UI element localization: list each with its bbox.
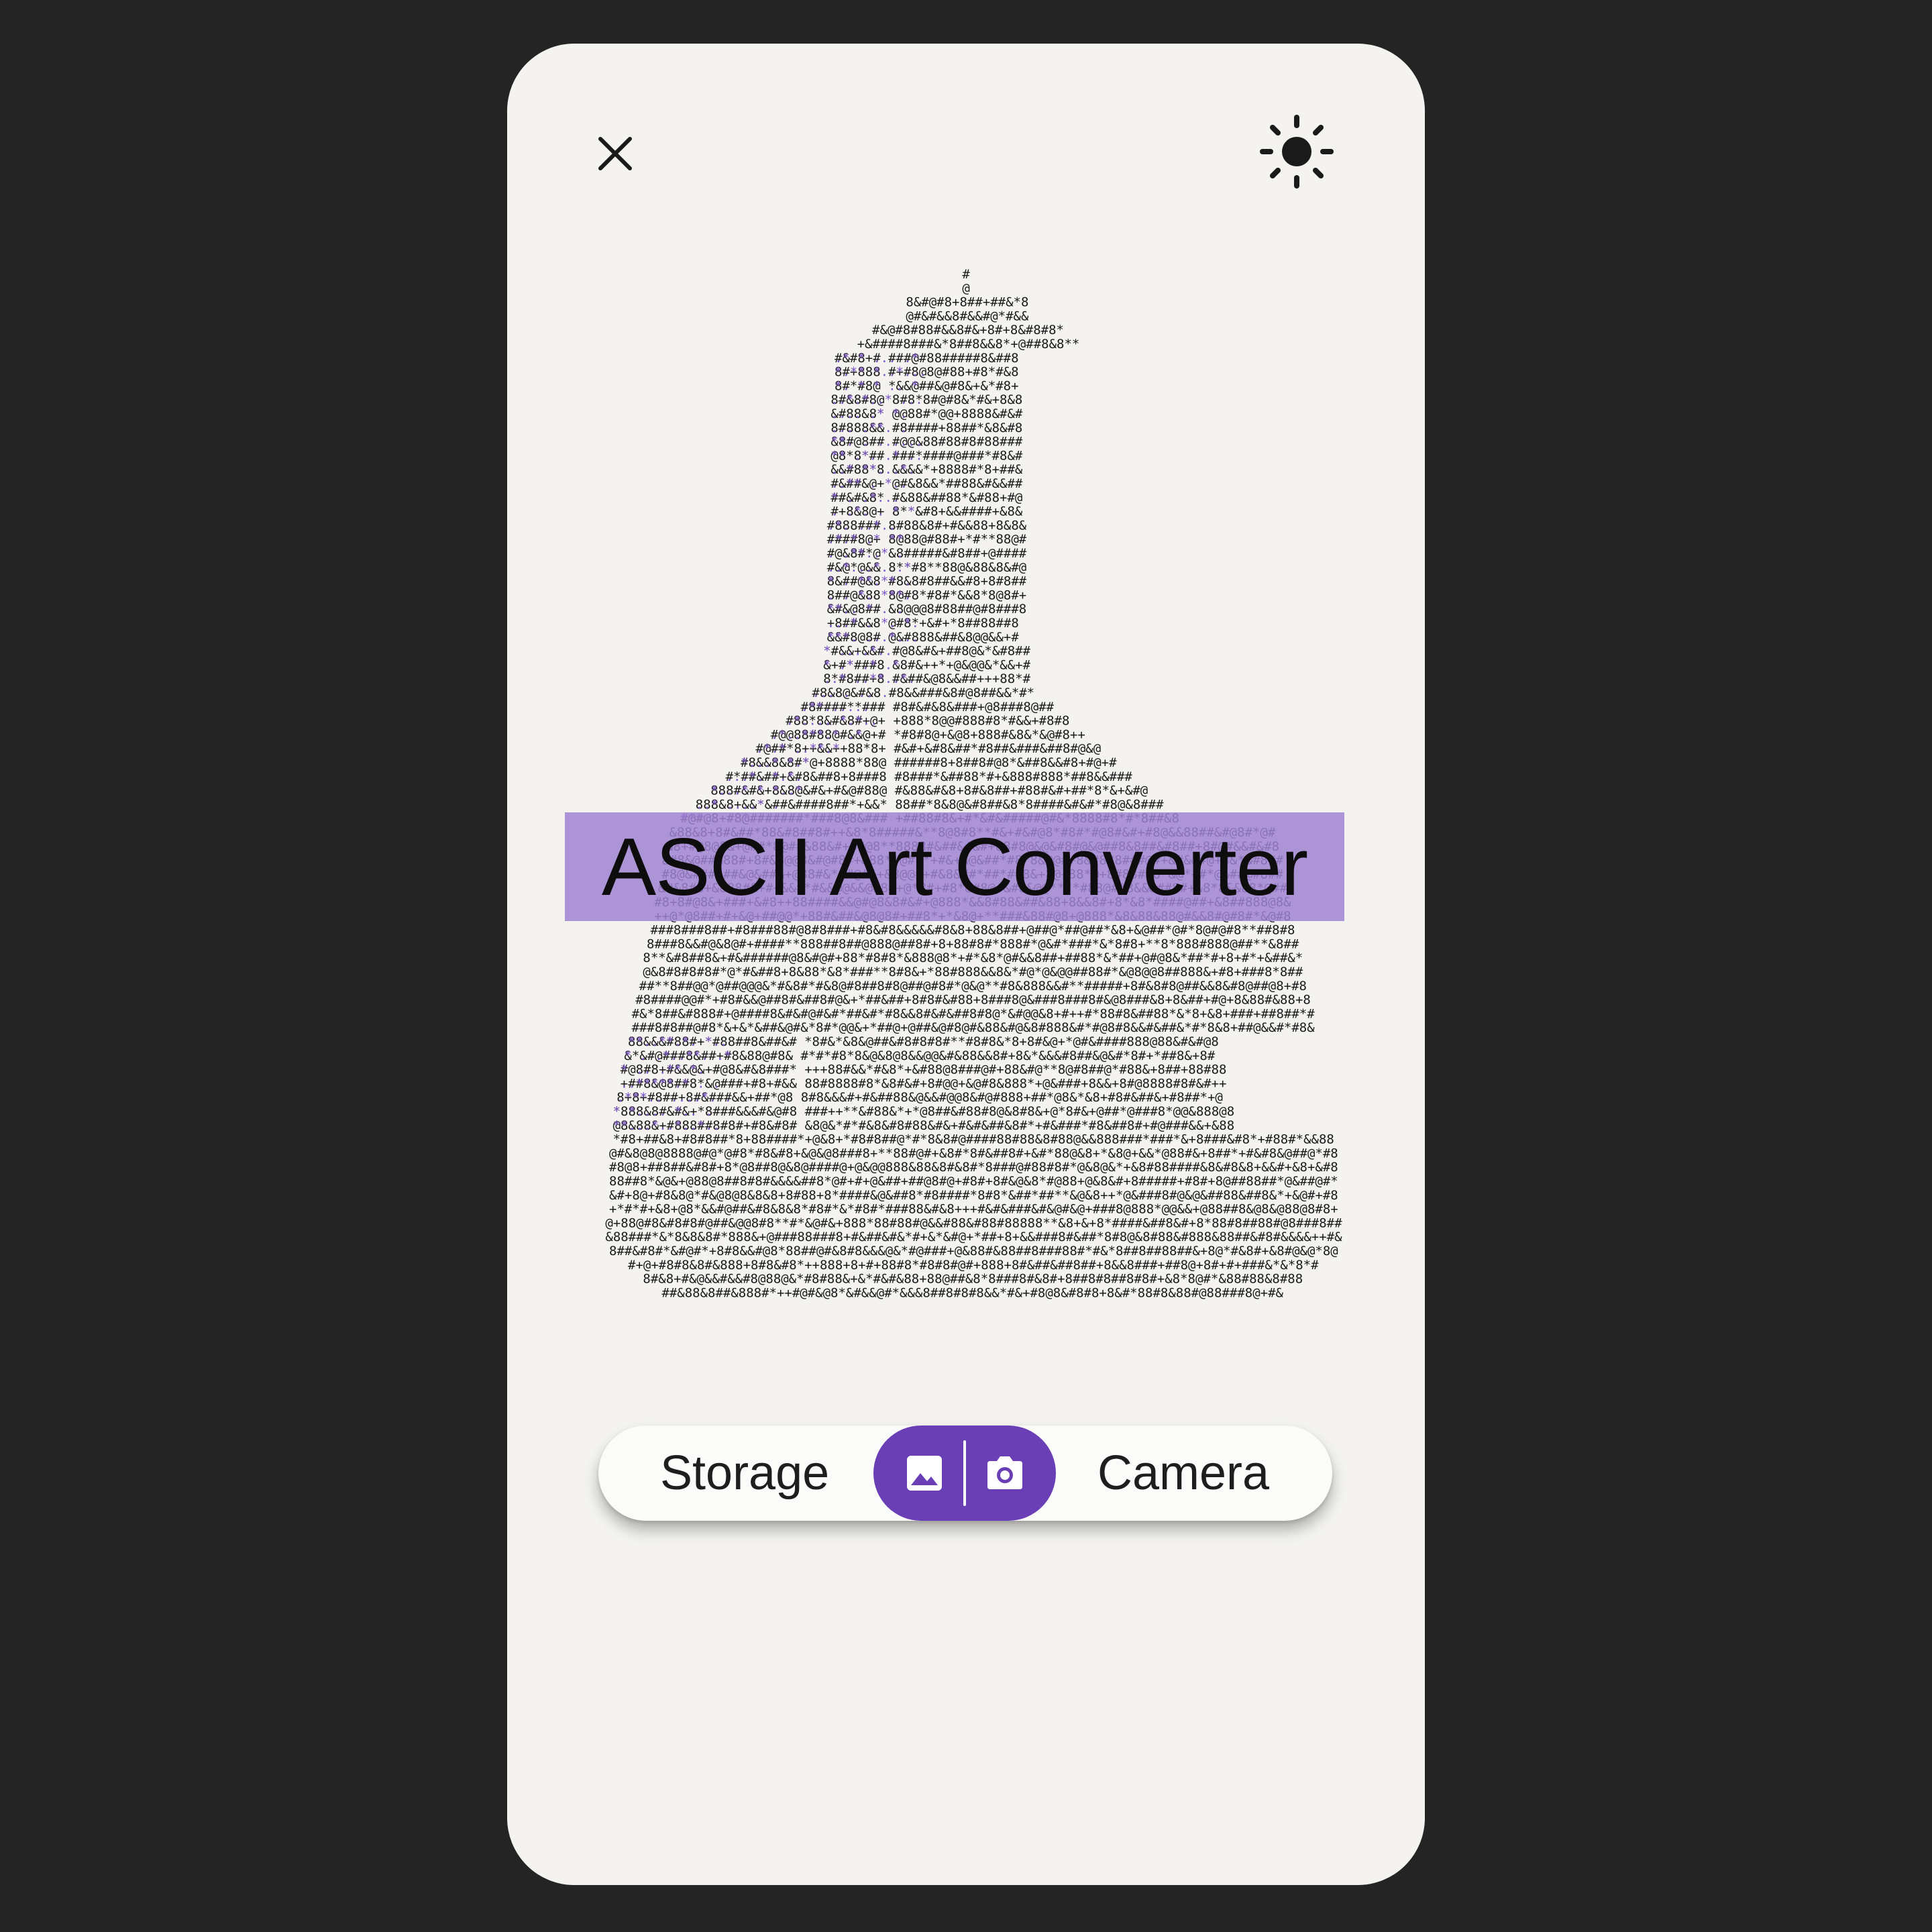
ascii-row-highlight: ..** . *..	[830, 476, 907, 491]
ascii-row: &#+8@+#8&8@*#&@8@8&8&8+8#88+8*####&@&##8…	[609, 1188, 1338, 1203]
ascii-row: ##**8##@@*@##@@@&*#&8#*#&8@#8##8#8@##@#8…	[639, 979, 1307, 994]
ascii-row-highlight: * .. .** *.	[621, 1063, 705, 1077]
ascii-row-highlight: * . .*..**. .*	[624, 1049, 731, 1063]
ascii-art-preview: # @8&#@#8+8##+##&*8 @#&#&&8#&&#@*#&& #&@#8#…	[507, 44, 1425, 1885]
ascii-row: 8&#@#8+8##+##&*8	[906, 295, 1028, 310]
ascii-row-highlight: .* * ... .*	[835, 351, 919, 366]
ascii-row: ###8###8##+#8###88#@8#8###+#8&#8&&&&&#8&…	[651, 923, 1295, 938]
ascii-rows: #@8&#@#8+8##+##&*8@#&#&&8#&&#@*#&&#&@#8#…	[605, 267, 1342, 1300]
ascii-row: #+@+#8#8&8#&888+8#8&#8*++888+8+#+88#8*#8…	[628, 1258, 1319, 1273]
ascii-row: @&8#8#8#8#*@*#&##8+8&88*&8*###**8#8&+*88…	[643, 965, 1303, 979]
ascii-row-highlight: *...* * *..*	[710, 784, 802, 798]
ascii-row-highlight: ..* **...*.	[830, 462, 915, 477]
image-source-selector: Storage Camera	[598, 1426, 1332, 1521]
ascii-row-highlight: .**......	[801, 700, 870, 714]
ascii-row: #&@#8#88#&&8#&+8#+8&#8#8*	[872, 323, 1064, 337]
ascii-row-highlight: ..*****.* . .	[621, 1076, 720, 1091]
ascii-row: #8@8+##8##&#8#+8*@8##8@&8@####@+@&@@888&…	[609, 1160, 1338, 1175]
ascii-row-highlight: *.** *..*...	[835, 365, 926, 380]
camera-button[interactable]	[965, 1426, 1045, 1521]
ascii-row-highlight: * .* .* .*	[823, 657, 900, 672]
ascii-row-highlight: ..* ....* .	[696, 797, 780, 812]
ascii-row-highlight: **...*..*..*..	[613, 1118, 720, 1133]
ascii-row-highlight: .***.. ....*. .	[616, 1090, 732, 1105]
ascii-row-highlight: .*.* ..**.*	[755, 741, 840, 756]
title-banner: ASCII Art Converter	[565, 812, 1344, 921]
ascii-row-highlight: * . .*...	[830, 490, 900, 505]
image-icon	[907, 1456, 942, 1491]
ascii-row-highlight: ... .**. .	[830, 421, 907, 435]
ascii-row: *#8+##&8+#8#8##*8+88####*+@&8+*#8#8##@*#…	[613, 1132, 1334, 1147]
storage-button[interactable]	[884, 1426, 965, 1521]
ascii-row: 8##&#8#*&#@#*+8#8&&#@8*88##@#&8#8&&&@&*#…	[609, 1244, 1338, 1258]
ascii-row-highlight: .*.* .* **	[827, 532, 904, 547]
ascii-row-highlight: ** .*. .* ..	[830, 448, 922, 463]
ascii-row-highlight: **. . ......	[830, 435, 922, 449]
ascii-art-canvas: #@8&#@#8+8##+##&*8@#&#&&8#&&#@*#&&#&@#8#…	[605, 267, 1342, 1300]
ascii-row-highlight: **..**.*. *..	[628, 1034, 728, 1049]
source-pill	[873, 1426, 1056, 1521]
ascii-row: #8####@@#*+#8#&&@##8#&##8#@&+*##&##+8#8#…	[635, 993, 1311, 1008]
ascii-row-highlight: *...* *.*	[741, 755, 810, 770]
ascii-row-highlight: ..* ..**..*.	[823, 672, 915, 686]
app-title: ASCII Art Converter	[601, 821, 1308, 912]
ascii-row-highlight: .*..***.* .*	[771, 727, 863, 742]
ascii-row: #@8#8+#&&@&+#@8&#&8###* +++88#&&*#&8*+&#…	[621, 1063, 1227, 1077]
ascii-row-highlight: .... .* *.	[830, 407, 907, 421]
ascii-row-highlight: . .*. . * *	[830, 504, 915, 519]
ascii-row: +*#*#+&8+@8*&&#@##&#8&8&8*#8#*&*#8#*###8…	[609, 1202, 1338, 1217]
ascii-row-highlight: .*.... *.*..	[786, 714, 877, 729]
ascii-row: 88##8*&@&+@88@8##8#8#&&&&##8*@#+#+@&##+#…	[609, 1174, 1338, 1189]
ascii-row: 8**&#8##8&+#&######@8&#@#+88*#8#8*&888@8…	[643, 951, 1303, 965]
ascii-row-highlight: ... . .. .	[812, 686, 888, 700]
camera-icon	[987, 1456, 1022, 1489]
ascii-row: &88###*&*8&8&8#*888&+@###88###8+#&##&#&*…	[605, 1230, 1342, 1244]
close-button[interactable]	[582, 120, 649, 187]
ascii-row: ##&88&8##&888#*++#@#&@8*&#&&@#*&&&8##8#8…	[661, 1285, 1283, 1300]
app-screen: # @8&#@#8+8##+##&*8 @#&#&&8#&&#@*#&& #&@#8#…	[507, 44, 1425, 1885]
ascii-row-highlight: ..*...*. .*	[827, 560, 912, 575]
ascii-row: @#&8@8@8888@#@*@#8*#8&#8+&@&@8###8+**88#…	[609, 1146, 1338, 1161]
ascii-row-highlight: * . **.** .	[827, 574, 912, 589]
ascii-row-highlight: . . *. ***.	[827, 588, 912, 602]
ascii-row-highlight: **.. * . .	[827, 602, 904, 616]
ascii-row: #&*8##&#888#+@####8&#&#@#&#*##&#*#8&&8#&…	[632, 1006, 1316, 1021]
ascii-row-highlight: ***. ...*...	[827, 630, 919, 645]
ascii-row: 8#&8+#&@&&#&&#8@88@&*#8#88&+&*#&#&88+88@…	[643, 1272, 1303, 1287]
ascii-row-highlight: .*. ..*..	[827, 518, 896, 533]
ascii-row-highlight: * ....*..	[823, 644, 892, 659]
sun-icon	[1260, 115, 1334, 189]
ascii-row: @	[962, 281, 969, 296]
ascii-row-highlight: . .**..* .	[827, 546, 904, 561]
ascii-row: @+88@#8&#8#8#@##&@@8#8**#*&@#&+888*88#88…	[605, 1216, 1342, 1230]
ascii-row-highlight: *. * * .. *	[835, 378, 919, 393]
camera-label[interactable]: Camera	[1097, 1426, 1269, 1521]
ascii-row: 8###8&&#@&8@#+####**888##8##@888@##8#+8+…	[647, 936, 1299, 951]
ascii-row-highlight: ...*. *.*.	[726, 769, 802, 784]
theme-toggle-button[interactable]	[1253, 108, 1340, 195]
ascii-row-highlight: * *.... *.. .	[613, 1104, 713, 1119]
ascii-row: ###8#8##@#8*&+&*&##&@#&*8#*@@&+*##@+@##&…	[632, 1020, 1316, 1035]
ascii-row: @#&#&&8#&&#@*#&&	[906, 309, 1029, 323]
ascii-row: #	[962, 267, 970, 282]
close-icon	[598, 137, 632, 170]
storage-label[interactable]: Storage	[660, 1426, 829, 1521]
ascii-row-highlight: ...* . *. *.	[827, 616, 919, 631]
ascii-row-highlight: ..*.*..* ...	[830, 392, 922, 407]
ascii-row: +&####8###&*8##8&&8*+@##8&8**	[857, 337, 1080, 352]
